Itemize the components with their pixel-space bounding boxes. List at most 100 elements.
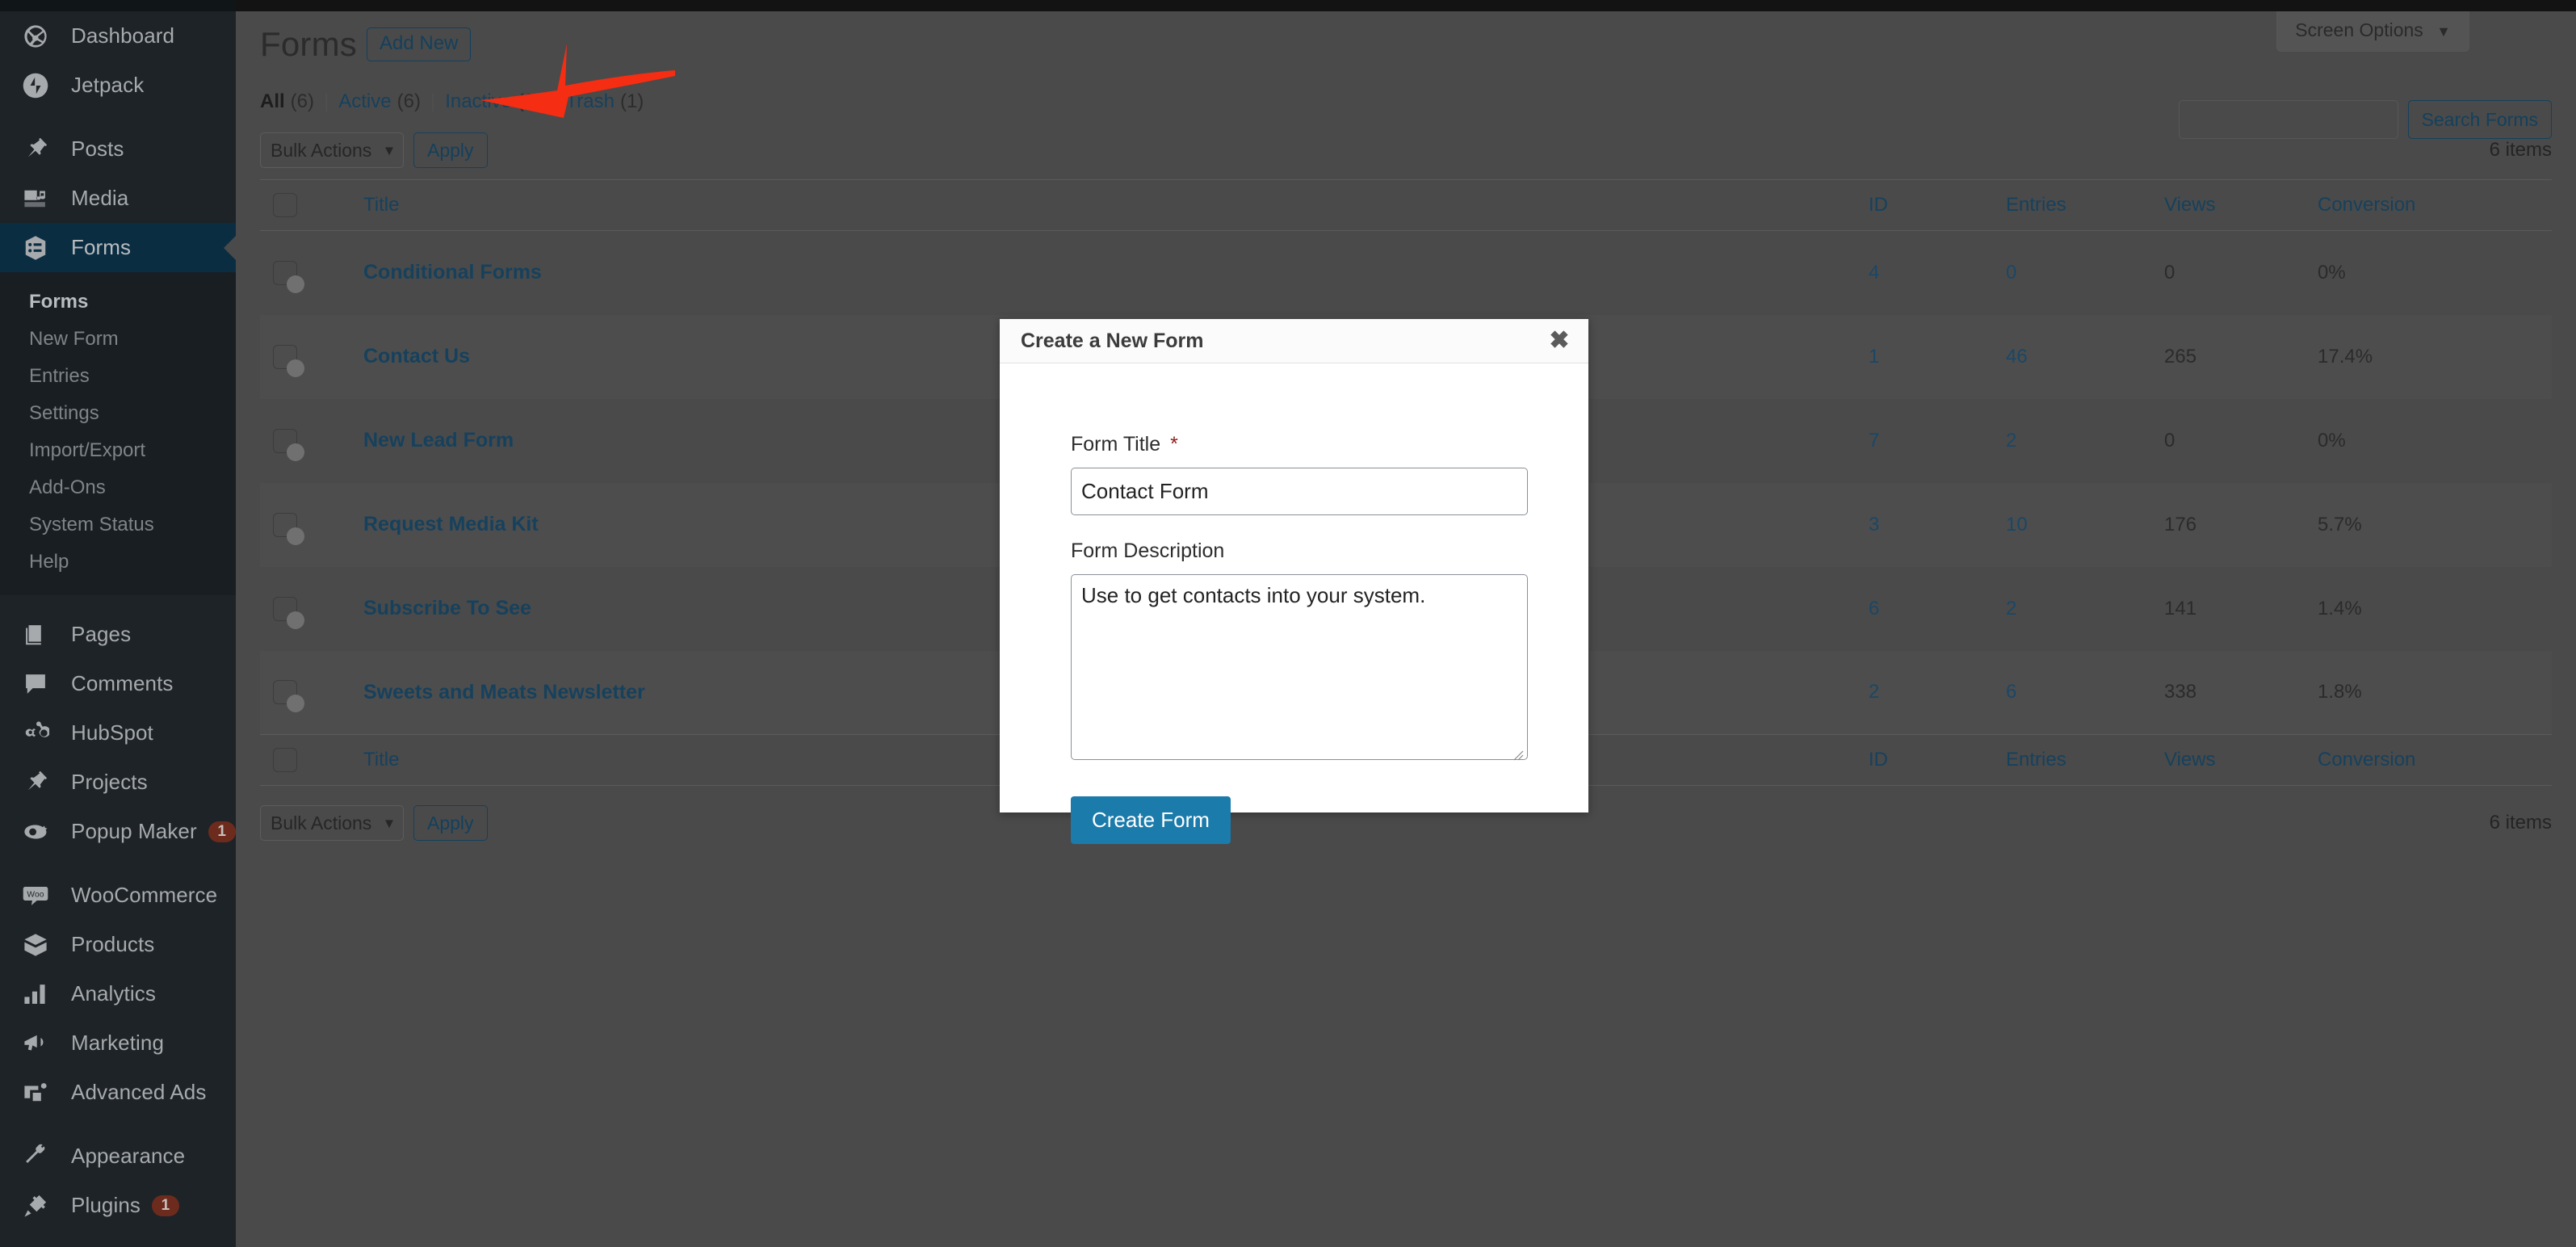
jetpack-icon — [19, 69, 52, 102]
submenu-item-import-export[interactable]: Import/Export — [0, 432, 236, 469]
close-icon[interactable]: ✖ — [1545, 326, 1574, 355]
form-id[interactable]: 3 — [1869, 514, 1879, 535]
form-title-link[interactable]: Subscribe To See — [363, 597, 531, 619]
sidebar-item-label: Projects — [71, 770, 148, 795]
bulk-actions-select-top[interactable]: Bulk Actions ▾ — [260, 132, 404, 168]
column-footer-id[interactable]: ID — [1869, 735, 2006, 786]
modal-body: Form Title * Form Description Create For… — [1000, 363, 1588, 844]
update-badge: 1 — [152, 1195, 179, 1216]
apply-button-bottom[interactable]: Apply — [413, 805, 488, 841]
submenu-item-help[interactable]: Help — [0, 544, 236, 581]
sidebar-item-jetpack[interactable]: Jetpack — [0, 61, 236, 110]
form-title-link[interactable]: New Lead Form — [363, 429, 514, 451]
form-entries[interactable]: 46 — [2006, 346, 2028, 367]
form-conversion: 0% — [2318, 262, 2346, 283]
add-new-button[interactable]: Add New — [367, 27, 471, 61]
form-id[interactable]: 7 — [1869, 430, 1879, 451]
view-label-active: Active — [338, 90, 391, 112]
sidebar-item-label: Comments — [71, 671, 174, 696]
bulk-actions-select-bottom[interactable]: Bulk Actions ▾ — [260, 805, 404, 841]
sidebar-item-label: Popup Maker — [71, 819, 197, 844]
view-link-trash[interactable]: Trash(1) — [565, 90, 644, 113]
view-link-active[interactable]: Active(6) — [338, 90, 421, 113]
row-select-cell — [260, 651, 307, 735]
submenu-item-add-ons[interactable]: Add-Ons — [0, 469, 236, 506]
form-title-link[interactable]: Sweets and Meats Newsletter — [363, 681, 645, 703]
form-id[interactable]: 2 — [1869, 681, 1879, 703]
column-header-conversion[interactable]: Conversion — [2318, 180, 2552, 231]
column-header-entries[interactable]: Entries — [2006, 180, 2164, 231]
view-label-trash: Trash — [565, 90, 614, 112]
column-footer-views[interactable]: Views — [2164, 735, 2318, 786]
form-title-input[interactable] — [1071, 468, 1528, 515]
sidebar-item-advanced-ads[interactable]: Advanced Ads — [0, 1068, 236, 1117]
form-id[interactable]: 6 — [1869, 598, 1879, 619]
sidebar-item-marketing[interactable]: Marketing — [0, 1018, 236, 1068]
form-views: 265 — [2164, 346, 2196, 367]
sidebar-item-posts[interactable]: Posts — [0, 124, 236, 174]
sidebar-item-pages[interactable]: Pages — [0, 610, 236, 659]
apply-button-top[interactable]: Apply — [413, 132, 488, 168]
status-footer — [307, 735, 363, 786]
row-status-cell — [307, 315, 363, 399]
row-status-cell — [307, 483, 363, 567]
form-conversion: 0% — [2318, 430, 2346, 451]
sidebar-item-label: Plugins — [71, 1193, 141, 1218]
row-select-cell — [260, 483, 307, 567]
column-header-views[interactable]: Views — [2164, 180, 2318, 231]
sidebar-item-products[interactable]: Products — [0, 920, 236, 969]
column-footer-conversion[interactable]: Conversion — [2318, 735, 2552, 786]
column-header-id[interactable]: ID — [1869, 180, 2006, 231]
marketing-icon — [19, 1027, 52, 1060]
sidebar-item-dashboard[interactable]: Dashboard — [0, 11, 236, 61]
submenu-item-settings[interactable]: Settings — [0, 395, 236, 432]
sidebar-item-media[interactable]: Media — [0, 174, 236, 223]
sidebar-item-analytics[interactable]: Analytics — [0, 969, 236, 1018]
select-all-checkbox[interactable] — [273, 193, 297, 217]
form-id[interactable]: 1 — [1869, 346, 1879, 367]
sidebar-item-appearance[interactable]: Appearance — [0, 1132, 236, 1181]
create-new-form-modal: Create a New Form ✖ Form Title * Form De… — [1000, 319, 1588, 812]
sidebar-item-woocommerce[interactable]: Woo WooCommerce — [0, 871, 236, 920]
form-entries[interactable]: 0 — [2006, 262, 2016, 283]
sidebar-item-plugins[interactable]: Plugins 1 — [0, 1181, 236, 1230]
submenu-item-forms[interactable]: Forms — [0, 283, 236, 321]
view-link-all[interactable]: All(6) — [260, 90, 314, 113]
sidebar-separator — [0, 595, 236, 610]
row-status-cell — [307, 231, 363, 315]
sidebar-item-projects[interactable]: Projects — [0, 758, 236, 807]
row-status-cell — [307, 567, 363, 651]
search-forms-button[interactable]: Search Forms — [2408, 100, 2552, 139]
form-title-link[interactable]: Contact Us — [363, 345, 470, 367]
screen-root: Dashboard Jetpack Posts Media — [0, 0, 2576, 1247]
table-row: Conditional Forms 4 0 0 0% — [260, 231, 2552, 315]
create-form-button[interactable]: Create Form — [1071, 796, 1231, 844]
form-description-textarea[interactable] — [1071, 574, 1528, 760]
select-all-checkbox-footer[interactable] — [273, 748, 297, 772]
submenu-item-new-form[interactable]: New Form — [0, 321, 236, 358]
required-mark: * — [1170, 433, 1178, 456]
form-entries[interactable]: 2 — [2006, 430, 2016, 451]
search-input[interactable] — [2179, 100, 2398, 139]
column-footer-entries[interactable]: Entries — [2006, 735, 2164, 786]
sidebar-item-forms[interactable]: Forms — [0, 223, 236, 272]
appearance-icon — [19, 1140, 52, 1173]
sidebar-item-comments[interactable]: Comments — [0, 659, 236, 708]
sidebar-item-hubspot[interactable]: HubSpot — [0, 708, 236, 758]
woo-icon: Woo — [19, 880, 52, 912]
sidebar-item-label: Posts — [71, 136, 124, 162]
column-header-title[interactable]: Title — [363, 180, 1869, 231]
submenu-item-system-status[interactable]: System Status — [0, 506, 236, 544]
form-entries[interactable]: 6 — [2006, 681, 2016, 703]
sidebar-item-popup-maker[interactable]: Popup Maker 1 — [0, 807, 236, 856]
form-id[interactable]: 4 — [1869, 262, 1879, 283]
form-entries[interactable]: 10 — [2006, 514, 2028, 535]
form-title-link[interactable]: Conditional Forms — [363, 261, 542, 283]
submenu-item-entries[interactable]: Entries — [0, 358, 236, 395]
form-title-link[interactable]: Request Media Kit — [363, 513, 539, 535]
table-head: Title ID Entries Views Conversion — [260, 180, 2552, 231]
view-link-inactive[interactable]: Inactive(0) — [445, 90, 541, 113]
form-conversion: 1.8% — [2318, 681, 2362, 703]
form-entries[interactable]: 2 — [2006, 598, 2016, 619]
row-select-cell — [260, 399, 307, 483]
